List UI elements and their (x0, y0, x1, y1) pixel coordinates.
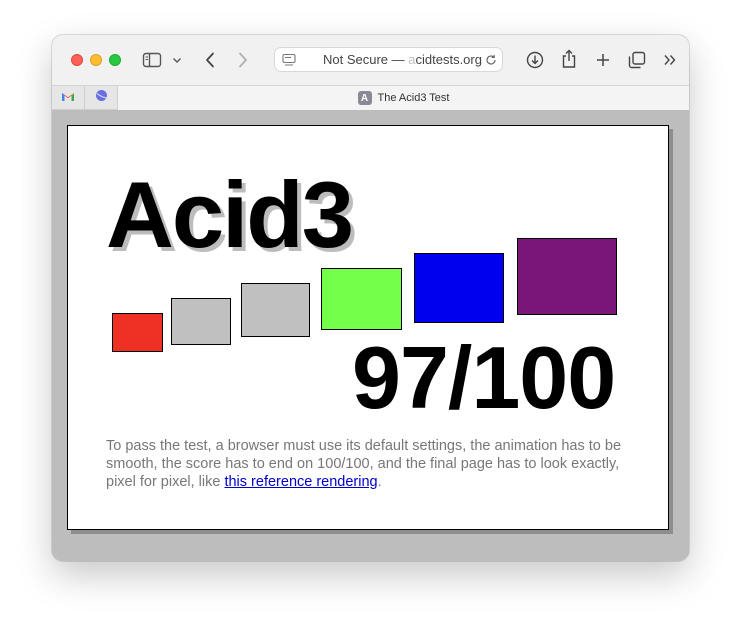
test-description: To pass the test, a browser must use its… (106, 437, 626, 491)
test-box-4 (321, 268, 402, 330)
browser-window: Not Secure — acidtests.org A The Acid3 T… (52, 35, 689, 561)
address-security-label: Not Secure — (323, 52, 409, 67)
description-end: . (377, 474, 382, 490)
address-domain: cidtests.org (415, 52, 482, 67)
address-text: Not Secure — acidtests.org (323, 52, 482, 67)
tab-title: The Acid3 Test (377, 92, 450, 104)
web-content: Acid3 97/100 To pass the test, a browser… (52, 110, 689, 561)
test-box-5 (414, 253, 504, 323)
reload-icon[interactable] (484, 53, 498, 67)
back-icon[interactable] (200, 49, 220, 71)
close-window-button[interactable] (71, 54, 83, 66)
new-tab-icon[interactable] (592, 49, 614, 71)
score-value: 97/100 (352, 328, 616, 427)
page-heading: Acid3 (106, 162, 354, 267)
tab-acid3[interactable]: A The Acid3 Test (118, 86, 689, 110)
tab-overview-icon[interactable] (626, 49, 648, 71)
page-menu-icon[interactable] (281, 52, 297, 68)
test-box-6 (517, 238, 617, 315)
reference-rendering-link[interactable]: this reference rendering (224, 474, 377, 490)
tab-favicon-icon: A (357, 91, 372, 105)
browser-toolbar: Not Secure — acidtests.org (52, 35, 689, 85)
address-domain-faded: a (408, 52, 416, 67)
address-bar[interactable]: Not Secure — acidtests.org (274, 47, 503, 72)
planet-icon (95, 89, 108, 107)
tab-bar: A The Acid3 Test (52, 85, 689, 110)
gmail-icon (61, 89, 75, 107)
test-box-1 (112, 313, 163, 352)
acid3-page: Acid3 97/100 To pass the test, a browser… (67, 125, 669, 530)
pinned-tab-gmail[interactable] (52, 86, 85, 110)
minimize-window-button[interactable] (90, 54, 102, 66)
maximize-window-button[interactable] (109, 54, 121, 66)
test-box-2 (171, 298, 231, 345)
forward-icon[interactable] (233, 49, 253, 71)
test-box-3 (241, 283, 310, 337)
more-chevron-icon[interactable] (659, 49, 681, 71)
share-icon[interactable] (558, 48, 580, 70)
pinned-tab-planet[interactable] (85, 86, 118, 110)
downloads-icon[interactable] (524, 49, 546, 71)
chevron-down-icon[interactable] (170, 52, 184, 68)
sidebar-toggle-icon[interactable] (140, 49, 164, 71)
